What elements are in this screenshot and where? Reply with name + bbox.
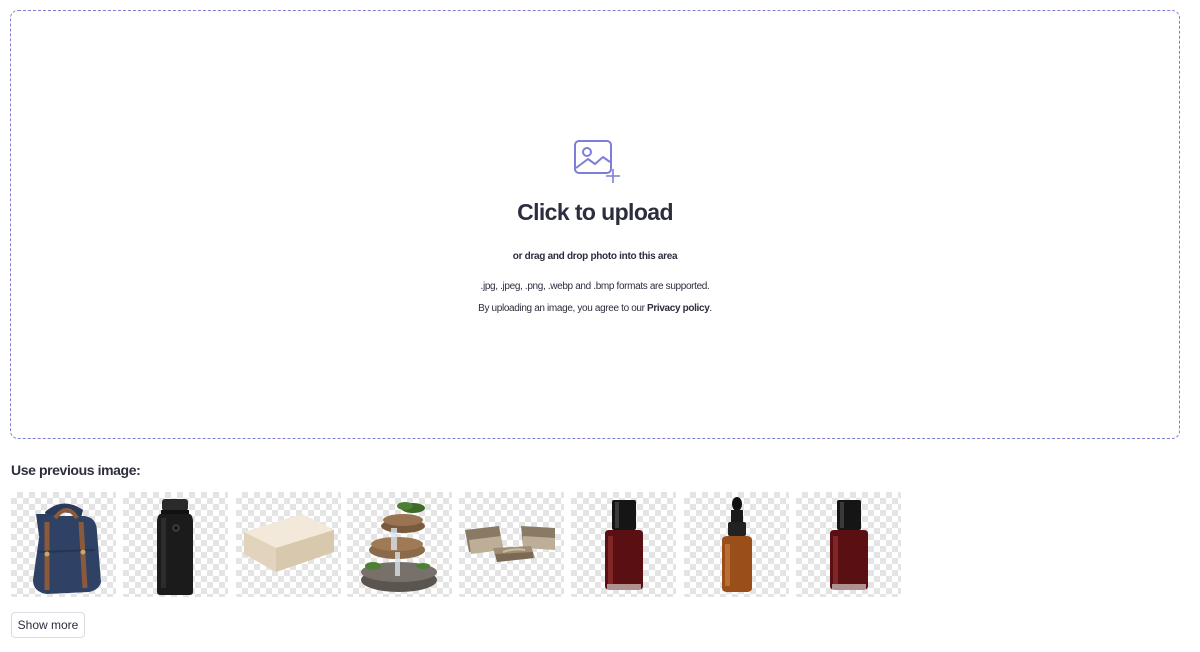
- previous-images-heading: Use previous image:: [11, 462, 141, 478]
- bottle-image: [157, 499, 193, 595]
- privacy-notice: By uploading an image, you agree to our …: [11, 303, 1179, 314]
- dropper-bottle-image: [722, 497, 752, 592]
- supported-formats-text: .jpg, .jpeg, .png, .webp and .bmp format…: [480, 281, 710, 292]
- privacy-notice-suffix: .: [709, 303, 712, 314]
- backpack-image: [33, 503, 101, 594]
- previous-image-dropper-bottle[interactable]: [684, 492, 789, 597]
- upload-title: Click to upload: [517, 199, 673, 225]
- fountain-image: [361, 502, 437, 592]
- privacy-policy-link[interactable]: Privacy policy: [647, 303, 710, 314]
- previous-image-bottle[interactable]: [123, 492, 228, 597]
- previous-image-soap[interactable]: [236, 492, 341, 597]
- upload-subtitle: or drag and drop photo into this area: [512, 251, 678, 262]
- image-add-icon: [574, 140, 620, 183]
- previous-image-nail-polish-2[interactable]: [796, 492, 901, 597]
- show-more-button[interactable]: Show more: [11, 612, 85, 638]
- nail-polish-image: [605, 500, 643, 590]
- privacy-notice-prefix: By uploading an image, you agree to our: [478, 303, 648, 314]
- patio-furniture-image: [465, 526, 555, 562]
- previous-image-fountain[interactable]: [347, 492, 452, 597]
- soap-image: [244, 514, 334, 572]
- previous-image-nail-polish[interactable]: [571, 492, 676, 597]
- previous-image-backpack[interactable]: [11, 492, 116, 597]
- upload-dropzone[interactable]: Click to upload or drag and drop photo i…: [10, 10, 1180, 439]
- previous-image-patio-furniture[interactable]: [459, 492, 564, 597]
- nail-polish-image: [830, 500, 868, 590]
